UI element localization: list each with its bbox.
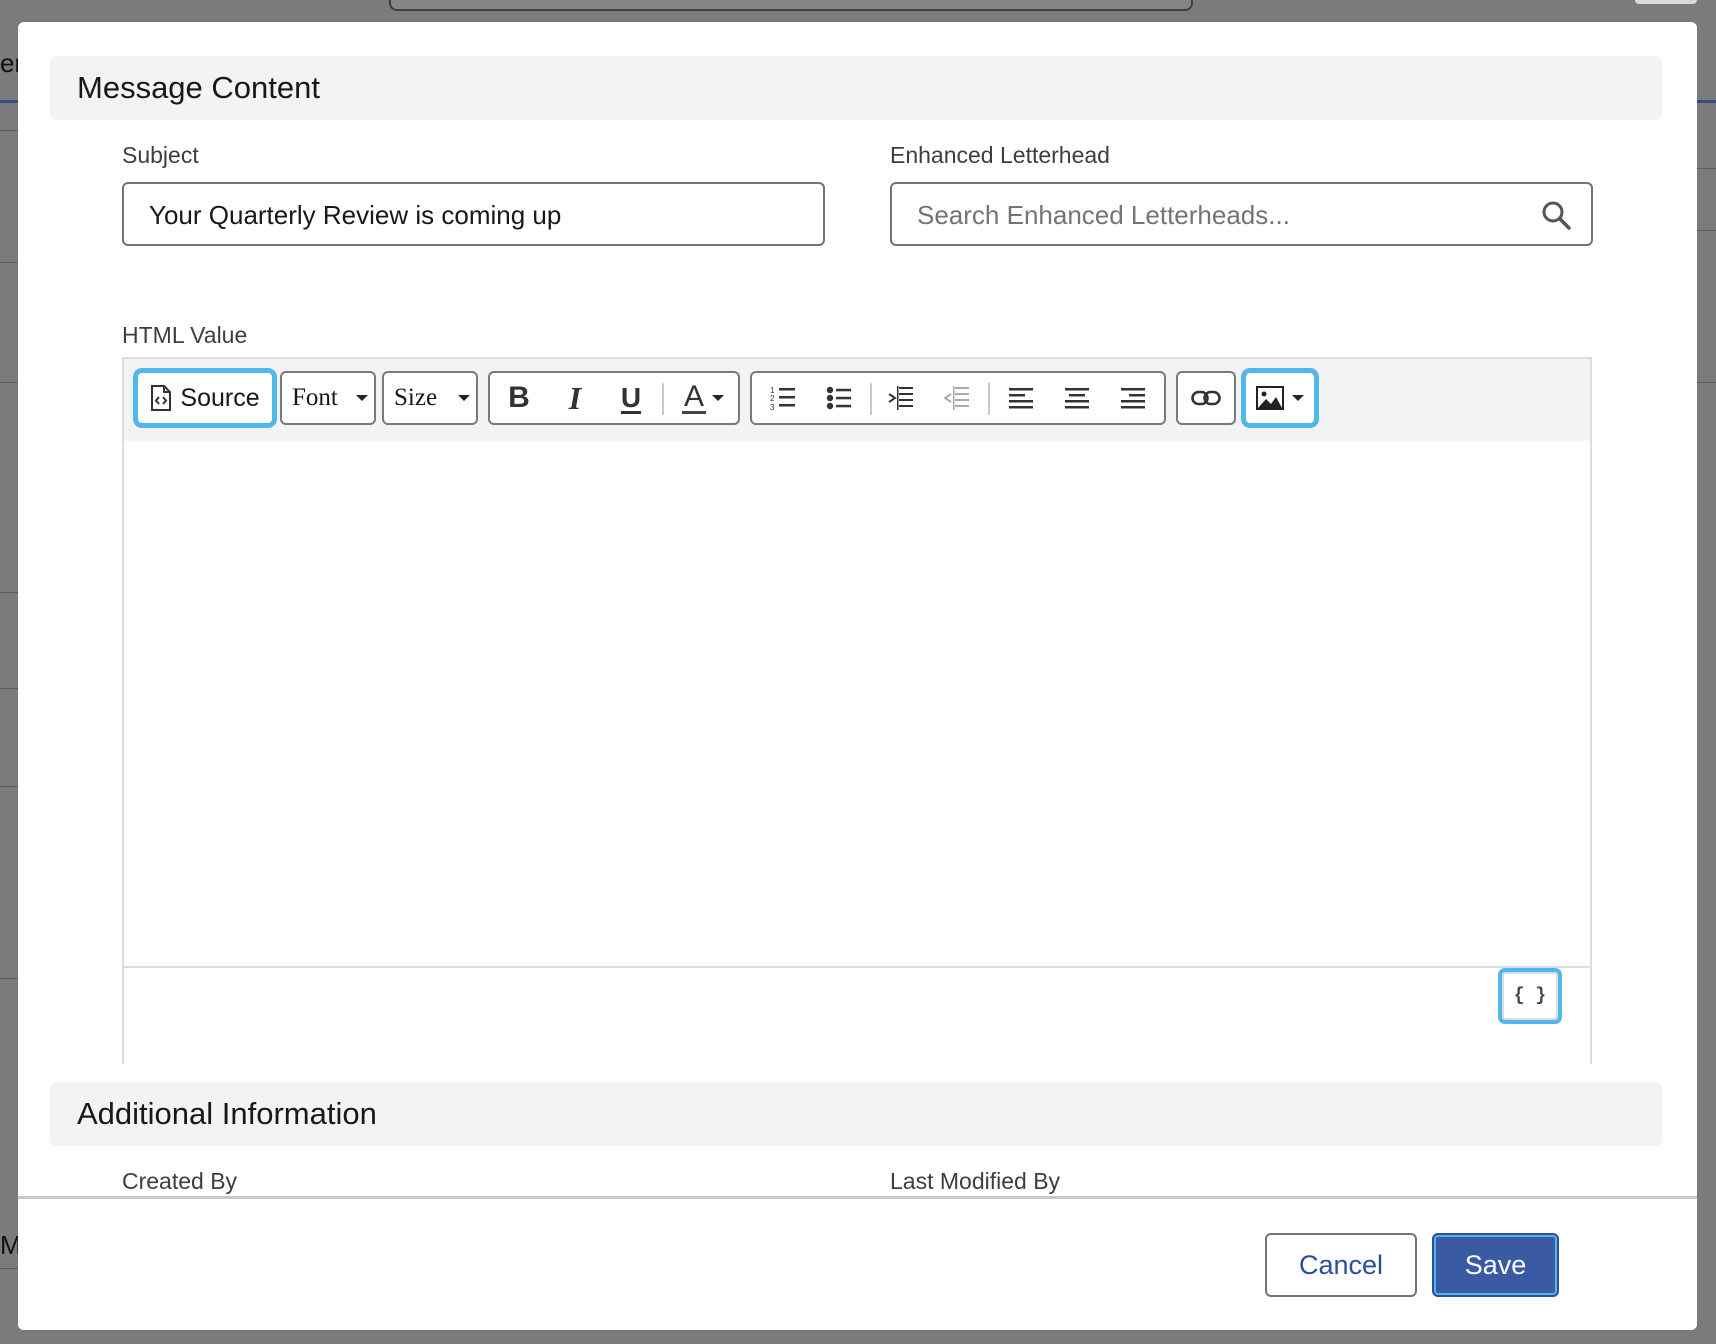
html-value-label: HTML Value bbox=[122, 322, 248, 348]
subject-label: Subject bbox=[122, 142, 199, 168]
toolbar-divider bbox=[988, 383, 990, 415]
source-button[interactable]: Source bbox=[136, 371, 274, 425]
enhanced-letterhead-search-input[interactable]: Search Enhanced Letterheads... bbox=[890, 182, 1593, 246]
modal-footer: Cancel Save bbox=[18, 1196, 1697, 1330]
font-size-dropdown[interactable]: Size bbox=[382, 371, 478, 425]
section-title: Message Content bbox=[77, 70, 320, 105]
background-tab-indicator bbox=[0, 100, 20, 103]
align-right-button[interactable] bbox=[1108, 373, 1158, 423]
enhanced-letterhead-label: Enhanced Letterhead bbox=[890, 142, 1110, 168]
image-icon bbox=[1256, 386, 1284, 410]
chevron-down-icon bbox=[712, 395, 724, 401]
align-center-icon bbox=[1065, 388, 1089, 409]
bold-button[interactable]: B bbox=[494, 373, 544, 423]
outdent-icon bbox=[944, 386, 969, 410]
search-icon[interactable] bbox=[1541, 200, 1571, 230]
background-button bbox=[1635, 0, 1697, 4]
edit-email-template-modal: Message Content Subject Your Quarterly R… bbox=[18, 22, 1697, 1330]
save-button[interactable]: Save bbox=[1432, 1233, 1559, 1297]
toolbar-divider bbox=[662, 383, 664, 415]
text-color-icon: A bbox=[681, 379, 706, 414]
section-title: Additional Information bbox=[77, 1096, 377, 1131]
chevron-down-icon bbox=[458, 395, 470, 401]
text-color-button[interactable]: A bbox=[670, 373, 736, 423]
subject-input[interactable]: Your Quarterly Review is coming up bbox=[122, 182, 825, 246]
message-content-section-header[interactable]: Message Content bbox=[50, 56, 1662, 120]
svg-text:3: 3 bbox=[770, 403, 775, 411]
subject-value: Your Quarterly Review is coming up bbox=[149, 200, 562, 230]
italic-button[interactable]: I bbox=[550, 373, 600, 423]
bulleted-list-button[interactable] bbox=[814, 373, 864, 423]
font-family-dropdown[interactable]: Font bbox=[280, 371, 376, 425]
underline-icon: U bbox=[620, 382, 642, 413]
bold-icon: B bbox=[508, 381, 530, 414]
background-search-field bbox=[389, 0, 1193, 11]
chevron-down-icon bbox=[356, 395, 368, 401]
text-format-group: B I U A bbox=[488, 371, 740, 425]
paragraph-format-group: 1 2 3 bbox=[750, 371, 1166, 425]
underline-button[interactable]: U bbox=[606, 373, 656, 423]
search-placeholder: Search Enhanced Letterheads... bbox=[917, 200, 1290, 230]
numbered-list-button[interactable]: 1 2 3 bbox=[758, 373, 808, 423]
editor-content-area[interactable] bbox=[124, 441, 1590, 966]
toolbar-divider bbox=[870, 383, 872, 415]
merge-field-icon: { } bbox=[1513, 986, 1547, 1006]
source-document-icon bbox=[151, 385, 172, 411]
align-left-icon bbox=[1009, 388, 1033, 409]
bulleted-list-icon bbox=[826, 386, 851, 410]
html-value-editor: Source Font Size B I U A 1 2 3 {} bbox=[122, 357, 1592, 1064]
last-modified-by-label: Last Modified By bbox=[890, 1168, 1061, 1194]
align-center-button[interactable] bbox=[1052, 373, 1102, 423]
editor-toolbar: Source Font Size B I U A 1 2 3 bbox=[124, 359, 1590, 443]
indent-button[interactable] bbox=[876, 373, 926, 423]
align-right-icon bbox=[1121, 388, 1145, 409]
size-dropdown-label: Size bbox=[394, 384, 438, 411]
insert-link-button[interactable] bbox=[1176, 371, 1236, 425]
outdent-button[interactable] bbox=[932, 373, 982, 423]
link-icon bbox=[1191, 390, 1221, 406]
insert-image-button[interactable] bbox=[1244, 371, 1316, 425]
chevron-down-icon bbox=[1292, 395, 1304, 401]
source-label: Source bbox=[180, 383, 260, 412]
insert-merge-field-button[interactable]: { } bbox=[1502, 972, 1558, 1020]
numbered-list-icon: 1 2 3 bbox=[770, 386, 795, 411]
font-dropdown-label: Font bbox=[292, 384, 338, 411]
editor-footer: { } bbox=[124, 966, 1590, 1064]
cancel-button[interactable]: Cancel bbox=[1265, 1233, 1417, 1297]
additional-information-section-header[interactable]: Additional Information bbox=[50, 1082, 1662, 1146]
italic-icon: I bbox=[568, 379, 582, 416]
align-left-button[interactable] bbox=[996, 373, 1046, 423]
svg-text:2: 2 bbox=[770, 394, 775, 403]
background-tab-indicator-right bbox=[1696, 100, 1716, 103]
created-by-label: Created By bbox=[122, 1168, 238, 1194]
indent-icon bbox=[888, 386, 913, 410]
